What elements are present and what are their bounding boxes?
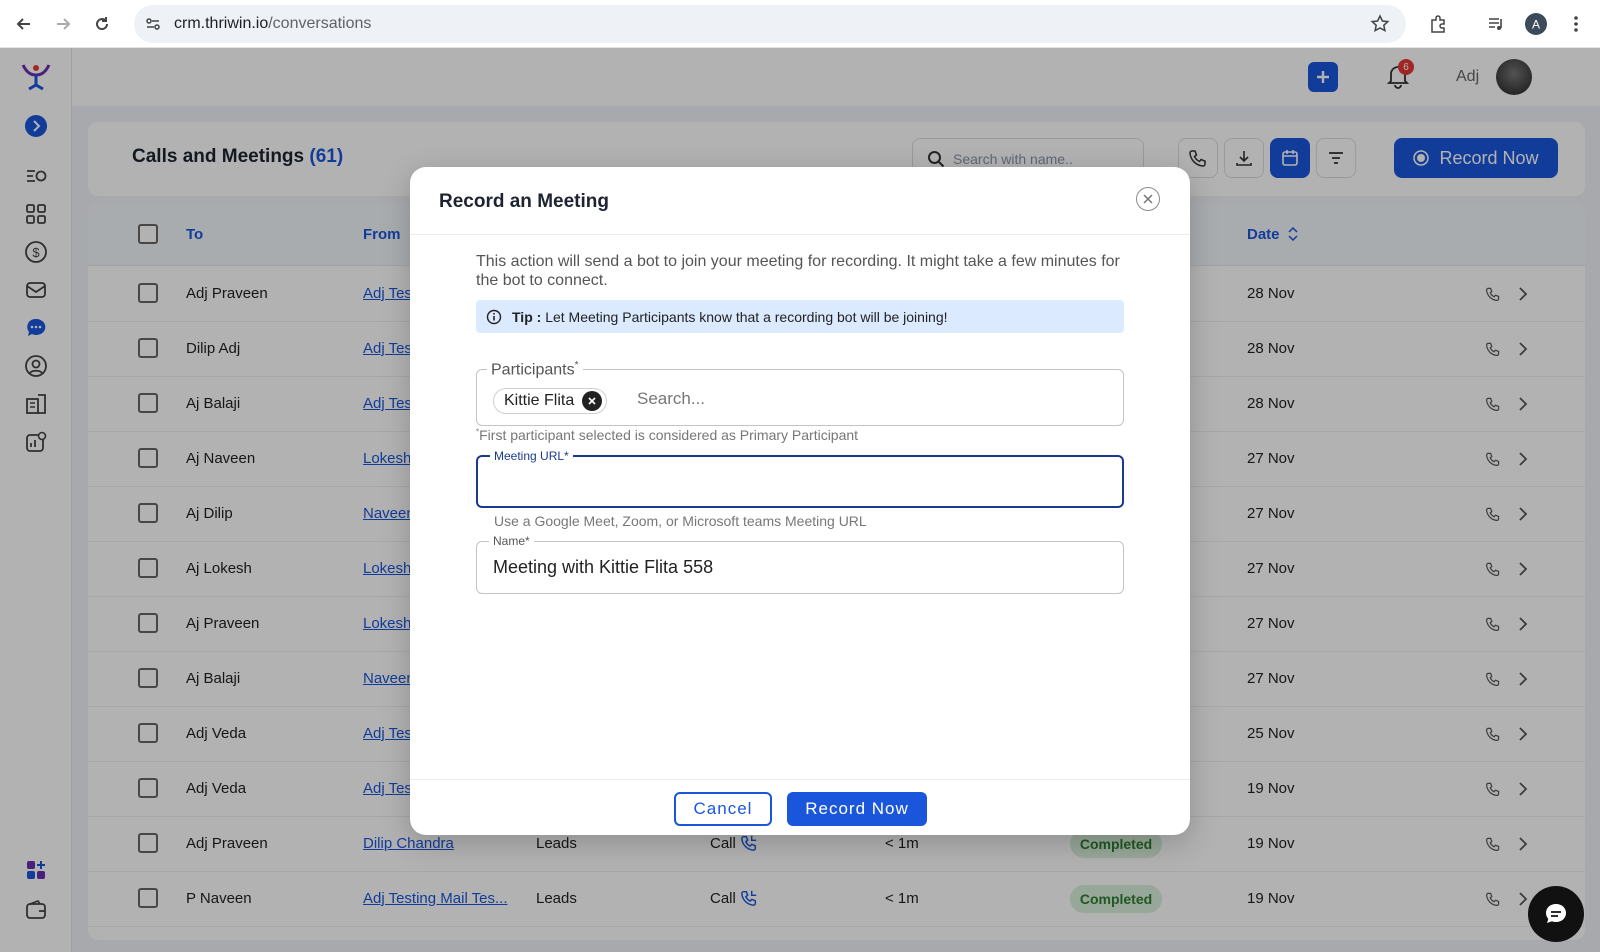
media-control-icon[interactable] — [1482, 10, 1510, 38]
forward-icon[interactable] — [49, 10, 77, 38]
participants-label-text: Participants — [491, 361, 575, 379]
participants-helper: *First participant selected is considere… — [476, 427, 858, 443]
close-dialog-button[interactable] — [1136, 187, 1160, 211]
dialog-description: This action will send a bot to join your… — [476, 253, 1120, 289]
participant-chip-label: Kittie Flita — [504, 392, 575, 409]
participant-chip: Kittie Flita — [493, 388, 608, 414]
tip-banner: Tip : Let Meeting Participants know that… — [476, 300, 1124, 333]
reload-icon[interactable] — [88, 10, 116, 38]
meeting-url-field[interactable]: Meeting URL* — [476, 449, 1124, 508]
bookmark-star-icon[interactable] — [1370, 14, 1390, 34]
browser-menu-icon[interactable] — [1562, 10, 1590, 38]
cancel-button[interactable]: Cancel — [674, 792, 772, 826]
remove-participant-button[interactable] — [582, 391, 603, 411]
name-input[interactable]: Meeting with Kittie Flita 558 — [493, 557, 713, 578]
back-icon[interactable] — [10, 10, 38, 38]
dialog-title: Record an Meeting — [439, 191, 609, 212]
url-host: crm.thriwin.io — [174, 15, 269, 32]
name-label: Name* — [489, 534, 534, 548]
chat-icon — [1546, 904, 1566, 923]
participants-label: Participants* — [487, 360, 583, 380]
extensions-icon[interactable] — [1424, 10, 1452, 38]
meeting-url-helper: Use a Google Meet, Zoom, or Microsoft te… — [494, 513, 867, 529]
address-bar[interactable]: crm.thriwin.io/conversations — [134, 5, 1406, 43]
url-text: crm.thriwin.io/conversations — [174, 15, 371, 33]
profile-avatar-icon[interactable]: A — [1522, 10, 1550, 38]
remove-icon — [588, 397, 596, 405]
info-icon — [486, 309, 502, 325]
tip-text: Tip : Let Meeting Participants know that… — [512, 309, 948, 325]
close-icon — [1143, 194, 1153, 204]
url-path: /conversations — [268, 15, 372, 32]
participants-helper-text: First participant selected is considered… — [479, 427, 859, 443]
name-field[interactable]: Name* Meeting with Kittie Flita 558 — [476, 534, 1124, 594]
record-meeting-dialog: Record an Meeting This action will send … — [410, 167, 1190, 835]
browser-toolbar: crm.thriwin.io/conversations A — [0, 0, 1600, 48]
svg-text:A: A — [1532, 18, 1540, 32]
record-now-submit-button[interactable]: Record Now — [787, 792, 927, 826]
site-settings-icon[interactable] — [144, 15, 162, 33]
tip-label: Tip : — [512, 309, 542, 325]
tip-message: Let Meeting Participants know that a rec… — [545, 309, 948, 325]
chat-support-button[interactable] — [1528, 886, 1584, 942]
participants-search-input[interactable]: Search... — [637, 389, 705, 409]
participants-required-mark: * — [574, 360, 579, 371]
meeting-url-label: Meeting URL* — [490, 449, 573, 463]
dialog-header: Record an Meeting — [410, 167, 1190, 235]
participants-field[interactable]: Participants* Kittie Flita Search... — [476, 360, 1124, 426]
dialog-footer: Cancel Record Now — [410, 779, 1190, 835]
